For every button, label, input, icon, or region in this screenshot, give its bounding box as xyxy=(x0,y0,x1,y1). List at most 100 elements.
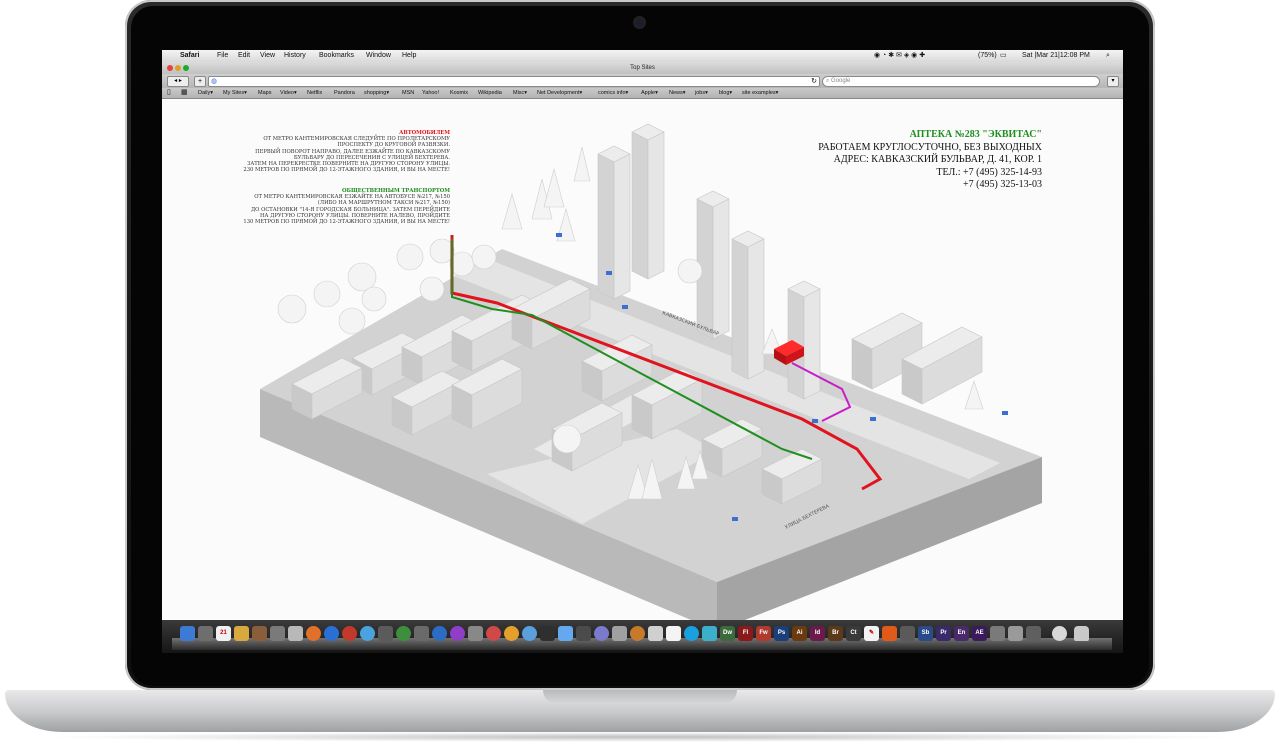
bookmarks-bar: ▯ ▦ Daily▾ My Sites▾ Maps Video▾ Netflix… xyxy=(162,88,1123,99)
app-icon[interactable] xyxy=(450,626,465,641)
search-field[interactable]: ⌕ Google xyxy=(822,76,1100,87)
laptop-opening-notch xyxy=(543,690,737,704)
bookmark-daily[interactable]: Daily▾ xyxy=(198,88,213,98)
bookmark-apple[interactable]: Apple▾ xyxy=(641,88,658,98)
bookmark-news[interactable]: News▾ xyxy=(669,88,686,98)
bookmark-site-examples[interactable]: site examples▾ xyxy=(742,88,778,98)
finder-icon[interactable] xyxy=(180,626,195,641)
premiere-icon[interactable]: Pr xyxy=(936,626,951,641)
photoshop-icon[interactable]: Ps xyxy=(774,626,789,641)
minimize-button[interactable] xyxy=(175,65,181,71)
menu-help[interactable]: Help xyxy=(402,50,416,62)
app-icon[interactable] xyxy=(432,626,447,641)
zoom-button[interactable] xyxy=(183,65,189,71)
trash-icon[interactable] xyxy=(1074,626,1089,641)
address-bar[interactable]: ◍ ↻ xyxy=(208,76,820,87)
encore-icon[interactable]: En xyxy=(954,626,969,641)
bookmark-video[interactable]: Video▾ xyxy=(280,88,297,98)
app-icon[interactable] xyxy=(990,626,1005,641)
app-icon[interactable] xyxy=(468,626,483,641)
bookmark-maps[interactable]: Maps xyxy=(258,88,271,98)
app-icon[interactable] xyxy=(522,626,537,641)
menu-window[interactable]: Window xyxy=(366,50,391,62)
photo-icon[interactable] xyxy=(252,626,267,641)
dreamweaver-icon[interactable]: Dw xyxy=(720,626,735,641)
bookmark-misc[interactable]: Misc▾ xyxy=(513,88,527,98)
battery-status[interactable]: (75%) xyxy=(978,50,997,62)
app-icon[interactable] xyxy=(342,626,357,641)
bookmark-shopping[interactable]: shopping▾ xyxy=(364,88,389,98)
app-icon[interactable] xyxy=(594,626,609,641)
menu-history[interactable]: History xyxy=(284,50,306,62)
menu-file[interactable]: File xyxy=(217,50,228,62)
bookmark-msn[interactable]: MSN xyxy=(402,88,414,98)
downloads-stack-icon[interactable] xyxy=(1052,626,1067,641)
window-title-bar: Top Sites xyxy=(162,62,1123,74)
menu-bookmarks[interactable]: Bookmarks xyxy=(319,50,354,62)
bookmark-pandora[interactable]: Pandora xyxy=(334,88,355,98)
app-icon[interactable] xyxy=(558,626,573,641)
pdf-icon[interactable]: ✎ xyxy=(864,626,879,641)
app-icon[interactable] xyxy=(900,626,915,641)
menu-clock[interactable]: Sat |Mar 21|12:08 PM xyxy=(1022,50,1090,62)
close-button[interactable] xyxy=(167,65,173,71)
indesign-icon[interactable]: Id xyxy=(810,626,825,641)
bookmark-jobs[interactable]: jobs▾ xyxy=(695,88,708,98)
status-icons[interactable]: ◉ ◔ ✱ ✉ ◈ ◉ ✚ xyxy=(874,50,925,62)
soundbooth-icon[interactable]: Sb xyxy=(918,626,933,641)
add-bookmark-button[interactable]: + xyxy=(194,76,206,87)
app-icon[interactable] xyxy=(198,626,213,641)
bookmark-netflix[interactable]: Netflix xyxy=(307,88,322,98)
notes-icon[interactable] xyxy=(234,626,249,641)
bookmark-kosmix[interactable]: Kosmix xyxy=(450,88,468,98)
illustrator-icon[interactable]: Ai xyxy=(792,626,807,641)
menu-app-name[interactable]: Safari xyxy=(180,50,199,62)
app-icon[interactable] xyxy=(504,626,519,641)
web-page: АВТОМОБИЛЕМ ОТ МЕТРО КАНТЕМИРОВСКАЯ СЛЕД… xyxy=(162,99,1123,620)
page-menu-button[interactable]: ▾ xyxy=(1107,76,1119,87)
bookmark-blog[interactable]: blog▾ xyxy=(719,88,732,98)
reading-list-icon[interactable]: ▯ xyxy=(167,88,171,98)
app-icon[interactable] xyxy=(702,626,717,641)
app-icon[interactable] xyxy=(882,626,897,641)
calendar-icon[interactable]: 21 xyxy=(216,626,231,641)
app-icon[interactable] xyxy=(540,626,555,641)
app-icon[interactable] xyxy=(666,626,681,641)
app-icon[interactable] xyxy=(486,626,501,641)
bookmark-wikipedia[interactable]: Wikipedia xyxy=(478,88,502,98)
app-icon[interactable] xyxy=(1026,626,1041,641)
screen: Safari File Edit View History Bookmarks … xyxy=(162,50,1123,653)
mail-icon[interactable] xyxy=(270,626,285,641)
menu-edit[interactable]: Edit xyxy=(238,50,250,62)
after-effects-icon[interactable]: AE xyxy=(972,626,987,641)
top-sites-grid-icon[interactable]: ▦ xyxy=(181,88,188,98)
bookmark-yahoo[interactable]: Yahoo! xyxy=(422,88,439,98)
text-icon[interactable] xyxy=(288,626,303,641)
fireworks-icon[interactable]: Fw xyxy=(756,626,771,641)
battery-icon[interactable]: ▭ xyxy=(1000,50,1007,62)
bookmark-my-sites[interactable]: My Sites▾ xyxy=(223,88,247,98)
menu-view[interactable]: View xyxy=(260,50,275,62)
reload-icon[interactable]: ↻ xyxy=(811,77,817,86)
app-icon[interactable] xyxy=(396,626,411,641)
app-icon[interactable] xyxy=(576,626,591,641)
app-icon[interactable] xyxy=(360,626,375,641)
back-forward-button[interactable]: ◂ ▸ xyxy=(167,76,189,87)
spotlight-icon[interactable]: ⌕ xyxy=(1106,50,1110,62)
contribute-icon[interactable]: Ct xyxy=(846,626,861,641)
firefox-icon[interactable] xyxy=(306,626,321,641)
app-icon[interactable] xyxy=(1008,626,1023,641)
menu-bar: Safari File Edit View History Bookmarks … xyxy=(162,50,1123,62)
app-icon[interactable] xyxy=(414,626,429,641)
skype-icon[interactable] xyxy=(684,626,699,641)
app-icon[interactable] xyxy=(648,626,663,641)
flash-icon[interactable]: Fl xyxy=(738,626,753,641)
app-icon[interactable] xyxy=(630,626,645,641)
bridge-icon[interactable]: Br xyxy=(828,626,843,641)
app-icon[interactable] xyxy=(378,626,393,641)
app-icon[interactable] xyxy=(612,626,627,641)
bookmark-comics-info[interactable]: comics info▾ xyxy=(598,88,628,98)
bookmark-net-development[interactable]: Net Development▾ xyxy=(537,88,582,98)
app-icon[interactable] xyxy=(324,626,339,641)
dock: 21 Dw Fl Fw Ps Ai Id Br Ct ✎ Sb Pr En AE xyxy=(162,620,1123,653)
